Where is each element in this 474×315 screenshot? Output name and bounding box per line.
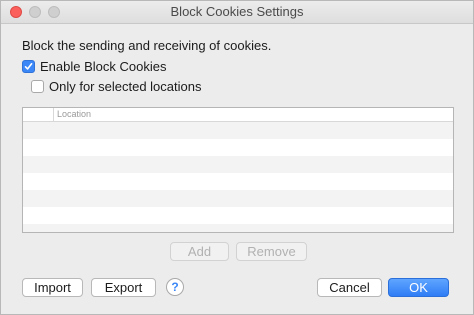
enable-block-cookies-label: Enable Block Cookies — [40, 59, 167, 74]
checkmark-icon — [24, 63, 33, 70]
table-header-location[interactable]: Location — [57, 109, 91, 119]
import-button[interactable]: Import — [22, 278, 83, 297]
description-text: Block the sending and receiving of cooki… — [22, 38, 272, 53]
table-row — [23, 122, 453, 139]
only-selected-locations-checkbox[interactable] — [31, 80, 44, 93]
table-header-spacer-column[interactable] — [23, 108, 54, 121]
table-row — [23, 156, 453, 173]
remove-button[interactable]: Remove — [236, 242, 307, 261]
title-bar[interactable]: Block Cookies Settings — [1, 1, 473, 24]
block-cookies-settings-dialog: Block Cookies Settings Block the sending… — [0, 0, 474, 315]
ok-button[interactable]: OK — [388, 278, 449, 297]
export-button[interactable]: Export — [91, 278, 156, 297]
table-row — [23, 207, 453, 224]
add-button[interactable]: Add — [170, 242, 229, 261]
locations-table[interactable]: Location — [22, 107, 454, 233]
cancel-button[interactable]: Cancel — [317, 278, 382, 297]
table-row — [23, 139, 453, 156]
window-title: Block Cookies Settings — [170, 4, 304, 19]
help-icon[interactable]: ? — [166, 278, 184, 296]
enable-block-cookies-checkbox[interactable] — [22, 60, 35, 73]
table-row — [23, 173, 453, 190]
table-header: Location — [23, 108, 453, 122]
only-selected-locations-label: Only for selected locations — [49, 79, 202, 94]
table-row — [23, 190, 453, 207]
only-selected-locations-option[interactable]: Only for selected locations — [31, 79, 201, 94]
enable-block-cookies-option[interactable]: Enable Block Cookies — [22, 59, 166, 74]
table-row — [23, 224, 453, 232]
